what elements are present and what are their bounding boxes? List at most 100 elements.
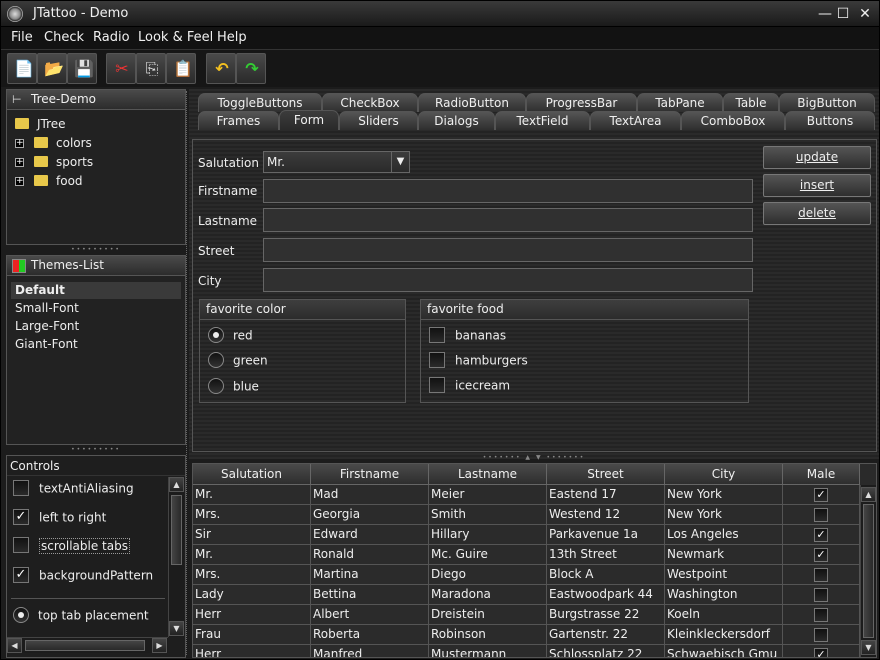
table-cell[interactable]: Sir bbox=[193, 525, 311, 544]
table-cell[interactable]: Frau bbox=[193, 625, 311, 644]
table-cell[interactable]: Diego bbox=[429, 565, 547, 584]
table-cell[interactable]: Lady bbox=[193, 585, 311, 604]
tab-progressbar[interactable]: ProgressBar bbox=[526, 93, 637, 112]
checkbox-box[interactable] bbox=[429, 377, 445, 393]
table-cell-male[interactable] bbox=[783, 605, 860, 624]
salutation-combo[interactable]: Mr. ▼ bbox=[263, 151, 410, 173]
left-to-right-checkbox[interactable]: ✓ left to right bbox=[13, 509, 106, 534]
firstname-field[interactable] bbox=[263, 179, 753, 203]
checkbox-box[interactable] bbox=[814, 567, 828, 582]
color-blue-radio[interactable]: blue bbox=[208, 378, 259, 395]
table-cell[interactable]: 13th Street bbox=[547, 545, 665, 564]
column-header-salutation[interactable]: Salutation bbox=[193, 464, 311, 485]
tab-bigbutton[interactable]: BigButton bbox=[779, 93, 875, 112]
table-cell[interactable]: New York bbox=[665, 505, 783, 524]
column-header-firstname[interactable]: Firstname bbox=[311, 464, 429, 485]
checkmark-icon[interactable]: ✓ bbox=[814, 487, 828, 502]
table-cell[interactable]: Mr. bbox=[193, 545, 311, 564]
table-cell[interactable]: Roberta bbox=[311, 625, 429, 644]
food-hamburgers-checkbox[interactable]: hamburgers bbox=[429, 352, 528, 369]
vertical-split-divider[interactable] bbox=[186, 91, 190, 655]
table-cell[interactable]: Eastend 17 bbox=[547, 485, 665, 504]
table-cell[interactable]: Mrs. bbox=[193, 505, 311, 524]
city-field[interactable] bbox=[263, 268, 753, 292]
checkbox-box[interactable] bbox=[13, 480, 29, 496]
expand-icon[interactable]: + bbox=[15, 177, 24, 186]
expand-icon[interactable]: + bbox=[15, 158, 24, 167]
table-cell[interactable]: Georgia bbox=[311, 505, 429, 524]
scroll-left-arrow[interactable]: ◀ bbox=[7, 638, 22, 653]
table-row[interactable]: Frau Roberta Robinson Gartenstr. 22 Kleinkle… bbox=[193, 625, 860, 645]
theme-item-default[interactable]: Default bbox=[11, 282, 181, 299]
table-cell[interactable]: Schwaebisch Gmu bbox=[665, 645, 783, 657]
textantialiasing-checkbox[interactable]: textAntiAliasing bbox=[13, 480, 134, 505]
table-row[interactable]: Herr Albert Dreistein Burgstrasse 22 Koeln bbox=[193, 605, 860, 625]
table-row[interactable]: Mr. Ronald Mc. Guire 13th Street Newmark ✓ bbox=[193, 545, 860, 565]
undo-button[interactable]: ↶ bbox=[206, 53, 236, 84]
table-cell[interactable]: Newmark bbox=[665, 545, 783, 564]
tab-sliders[interactable]: Sliders bbox=[339, 111, 418, 130]
table-cell[interactable]: Edward bbox=[311, 525, 429, 544]
table-cell[interactable]: Mr. bbox=[193, 485, 311, 504]
tab-frames[interactable]: Frames bbox=[198, 111, 279, 130]
checkmark-icon[interactable]: ✓ bbox=[13, 509, 29, 525]
color-green-radio[interactable]: green bbox=[208, 352, 268, 369]
table-cell[interactable]: Westpoint bbox=[665, 565, 783, 584]
color-red-radio[interactable]: red bbox=[208, 327, 253, 344]
table-cell[interactable]: Washington bbox=[665, 585, 783, 604]
table-cell[interactable]: Manfred bbox=[311, 645, 429, 657]
menu-file[interactable]: File bbox=[11, 30, 33, 45]
checkbox-box[interactable] bbox=[429, 352, 445, 368]
table-cell-male[interactable]: ✓ bbox=[783, 545, 860, 564]
split-divider[interactable]: ••••••••• bbox=[6, 447, 186, 453]
street-field[interactable] bbox=[263, 238, 753, 262]
tab-buttons[interactable]: Buttons bbox=[785, 111, 875, 130]
table-cell[interactable]: Koeln bbox=[665, 605, 783, 624]
checkbox-box[interactable] bbox=[13, 537, 29, 553]
menu-radio[interactable]: Radio bbox=[93, 30, 130, 45]
scrollable-tabs-checkbox[interactable]: scrollable tabs bbox=[13, 537, 130, 562]
checkmark-icon[interactable]: ✓ bbox=[13, 567, 29, 583]
checkbox-box[interactable] bbox=[814, 507, 828, 522]
open-button[interactable]: 📂 bbox=[37, 53, 67, 84]
column-header-street[interactable]: Street bbox=[547, 464, 665, 485]
backgroundpattern-checkbox[interactable]: ✓ backgroundPattern bbox=[13, 567, 153, 592]
table-cell-male[interactable]: ✓ bbox=[783, 525, 860, 544]
table-cell[interactable]: Hillary bbox=[429, 525, 547, 544]
checkmark-icon[interactable]: ✓ bbox=[814, 647, 828, 657]
menu-check[interactable]: Check bbox=[44, 30, 84, 45]
table-cell[interactable]: Maradona bbox=[429, 585, 547, 604]
table-row[interactable]: Mrs. Georgia Smith Westend 12 New York bbox=[193, 505, 860, 525]
scroll-thumb[interactable] bbox=[25, 640, 145, 651]
tree-node-sports[interactable]: + sports bbox=[15, 155, 93, 169]
table-cell-male[interactable]: ✓ bbox=[783, 645, 860, 657]
table-cell[interactable]: Burgstrasse 22 bbox=[547, 605, 665, 624]
tree-node-colors[interactable]: + colors bbox=[15, 136, 92, 150]
radio-button-icon[interactable] bbox=[208, 352, 224, 368]
checkbox-box[interactable] bbox=[814, 607, 828, 622]
chevron-down-icon[interactable]: ▼ bbox=[391, 152, 409, 172]
delete-button[interactable]: delete bbox=[763, 202, 871, 225]
menu-look-and-feel[interactable]: Look & Feel bbox=[138, 30, 213, 45]
food-icecream-checkbox[interactable]: icecream bbox=[429, 377, 510, 394]
tab-table[interactable]: Table bbox=[723, 93, 779, 112]
scroll-thumb[interactable] bbox=[171, 495, 182, 565]
table-cell[interactable]: New York bbox=[665, 485, 783, 504]
table-cell[interactable]: Mrs. bbox=[193, 565, 311, 584]
split-divider[interactable]: ••••••••• bbox=[6, 247, 186, 253]
tab-checkbox[interactable]: CheckBox bbox=[322, 93, 418, 112]
table-cell[interactable]: Meier bbox=[429, 485, 547, 504]
table-row[interactable]: Mrs. Martina Diego Block A Westpoint bbox=[193, 565, 860, 585]
table-row[interactable]: Sir Edward Hillary Parkavenue 1a Los Angeles… bbox=[193, 525, 860, 545]
table-row[interactable]: Herr Manfred Mustermann Schlossplatz 22 Schw… bbox=[193, 645, 860, 657]
table-cell-male[interactable] bbox=[783, 565, 860, 584]
tab-combobox[interactable]: ComboBox bbox=[681, 111, 785, 130]
redo-button[interactable]: ↷ bbox=[236, 53, 266, 84]
title-bar[interactable]: JTattoo - Demo — ☐ ✕ bbox=[1, 1, 879, 27]
update-button[interactable]: update bbox=[763, 146, 871, 169]
tab-radiobutton[interactable]: RadioButton bbox=[418, 93, 526, 112]
table-cell[interactable]: Martina bbox=[311, 565, 429, 584]
table-cell[interactable]: Los Angeles bbox=[665, 525, 783, 544]
table-cell[interactable]: Block A bbox=[547, 565, 665, 584]
split-divider[interactable]: ••••••• ▲ ▼ ••••••• bbox=[189, 455, 879, 461]
